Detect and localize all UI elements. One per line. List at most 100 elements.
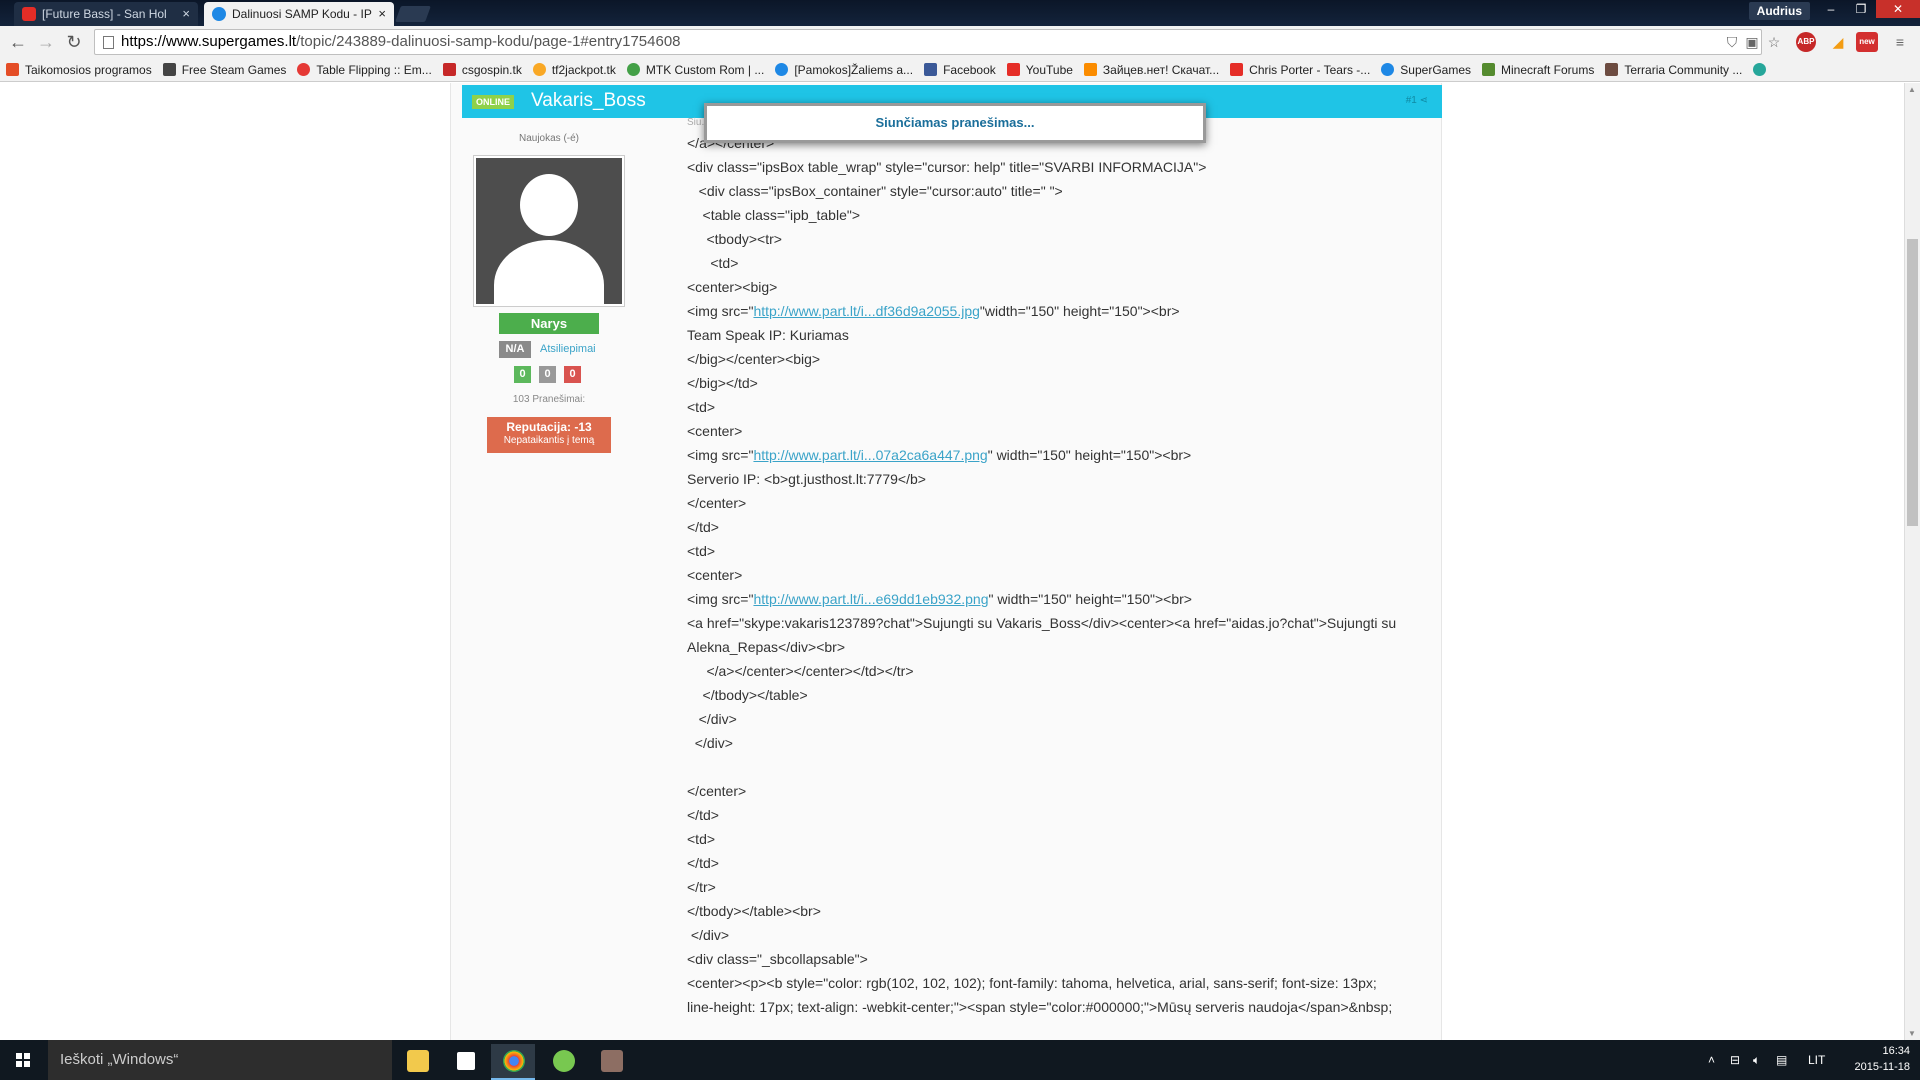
code-text: "width="150" height="150"><br> — [979, 303, 1180, 319]
bookmark-label: Зайцев.нет! Скачат... — [1102, 62, 1220, 77]
translate-icon[interactable]: ▣ — [1744, 34, 1760, 50]
page-scrollbar[interactable]: ▲ ▼ — [1904, 83, 1920, 1040]
page-viewport: ONLINE Vakaris_Boss #1 ⋖ Naujokas (-é) N… — [0, 83, 1904, 1040]
bookmark-facebook[interactable]: Facebook — [924, 63, 996, 77]
code-line: <td> — [687, 831, 716, 847]
avatar[interactable] — [473, 155, 625, 307]
supergames-icon — [775, 63, 789, 76]
code-line: <td> — [687, 543, 716, 559]
image-url-link[interactable]: http://www.part.lt/i...df36d9a2055.jpg — [753, 303, 979, 319]
bookmark-apps[interactable]: Taikomosios programos — [6, 63, 152, 77]
bookmark-label: YouTube — [1025, 62, 1073, 77]
youtube-icon — [22, 7, 36, 21]
extension-icon[interactable]: ◢ — [1830, 34, 1846, 50]
minecraft-launcher-icon[interactable] — [589, 1044, 633, 1080]
android-icon — [626, 63, 640, 76]
windows-search-input[interactable]: Ieškoti „Windows“ — [48, 1040, 392, 1080]
reputation-badge: Reputacija: -13 Nepataikantis į temą — [487, 417, 611, 453]
minecraft-icon — [1482, 63, 1495, 76]
show-hidden-icons[interactable]: ˄ — [1708, 1040, 1715, 1080]
notifications-icon[interactable]: ▤ — [1776, 1040, 1787, 1080]
tab-dalinuosi-samp[interactable]: Dalinuosi SAMP Kodu - IP × — [204, 2, 394, 26]
image-url-link[interactable]: http://www.part.lt/i...07a2ca6a447.png — [753, 447, 987, 463]
forward-arrow-icon[interactable]: → — [36, 32, 56, 52]
new-tab-button[interactable] — [395, 6, 431, 22]
negative-count: 0 — [564, 366, 581, 383]
bookmark-label: Minecraft Forums — [1501, 62, 1595, 77]
image-url-link[interactable]: http://www.part.lt/i...e69dd1eb932.png — [753, 591, 988, 607]
network-icon[interactable]: ⊟ — [1730, 1040, 1740, 1080]
chrome-taskbar-icon[interactable] — [491, 1044, 535, 1080]
tab-future-bass[interactable]: [Future Bass] - San Hol × — [14, 2, 198, 26]
bookmark-supergames[interactable]: SuperGames — [1381, 63, 1471, 77]
scroll-down-icon[interactable]: ▼ — [1908, 1029, 1916, 1038]
close-icon[interactable]: × — [378, 2, 386, 26]
bookmark-label: tf2jackpot.tk — [551, 62, 616, 77]
code-line: Serverio IP: <b>gt.justhost.lt:7779</b> — [687, 471, 926, 487]
bookmark-label: Chris Porter - Tears -... — [1249, 62, 1371, 77]
bookmark-free-steam-games[interactable]: Free Steam Games — [162, 63, 286, 77]
member-rank-title: Naujokas (-é) — [518, 133, 580, 144]
start-button[interactable] — [0, 1040, 48, 1080]
close-window-icon[interactable]: ✕ — [1876, 0, 1920, 18]
bookmark-label: SuperGames — [1400, 62, 1471, 77]
back-arrow-icon[interactable]: ← — [8, 32, 28, 52]
post-author-link[interactable]: Vakaris_Boss — [531, 90, 646, 112]
reload-icon[interactable]: ↻ — [64, 32, 84, 52]
bookmark-tf2jackpot[interactable]: tf2jackpot.tk — [532, 62, 616, 77]
code-line: line-height: 17px; text-align: -webkit-c… — [687, 999, 1393, 1015]
supergames-icon — [212, 7, 226, 21]
code-line: <center> — [687, 423, 743, 439]
share-icon[interactable]: ⋖ — [1420, 95, 1428, 106]
bookmark-chris-porter[interactable]: Chris Porter - Tears -... — [1230, 63, 1370, 77]
bookmark-table-flipping[interactable]: Table Flipping :: Em... — [297, 63, 432, 77]
adblock-icon[interactable]: ABP — [1796, 32, 1816, 52]
terraria-icon — [1605, 63, 1619, 76]
close-icon[interactable]: × — [182, 2, 190, 26]
code-text: <img src=" — [687, 591, 754, 607]
code-line: <a href="skype:vakaris123789?chat">Sujun… — [687, 615, 1397, 655]
menu-icon[interactable]: ≡ — [1892, 34, 1908, 50]
scrollbar-thumb[interactable] — [1907, 239, 1918, 526]
store-icon[interactable] — [443, 1044, 487, 1080]
post-number-link[interactable]: #1 ⋖ — [1406, 95, 1428, 106]
code-line: <div class="ipsBox table_wrap" style="cu… — [687, 159, 1207, 175]
bookmark-terraria[interactable]: Terraria Community ... — [1605, 63, 1742, 77]
profile-button[interactable]: Audrius — [1748, 2, 1810, 20]
post-number: #1 — [1405, 95, 1417, 106]
code-line: </div> — [687, 735, 733, 751]
feedback-link[interactable]: Atsiliepimai — [540, 341, 596, 358]
code-line: </tbody></table><br> — [687, 903, 821, 919]
bookmark-youtube[interactable]: YouTube — [1006, 62, 1073, 77]
bookmark-globe[interactable] — [1753, 63, 1772, 76]
bookmark-zaycev[interactable]: Зайцев.нет! Скачат... — [1083, 62, 1220, 77]
volume-icon[interactable]: 🔈︎ — [1753, 1040, 1760, 1080]
bookmark-csgospin[interactable]: csgospin.tk — [442, 63, 522, 77]
bookmark-pamokos[interactable]: [Pamokos]Žaliems a... — [775, 63, 913, 77]
clock[interactable]: 16:34 2015-11-18 — [1855, 1043, 1910, 1075]
site-icon — [532, 63, 546, 76]
clock-date: 2015-11-18 — [1854, 1061, 1910, 1073]
neutral-count: 0 — [539, 366, 556, 383]
utorrent-icon[interactable] — [541, 1044, 585, 1080]
url-input[interactable]: https://www.supergames.lt/topic/243889-d… — [94, 29, 1762, 55]
sending-message-popup: Siunčiamas pranešimas... — [704, 103, 1206, 143]
scroll-up-icon[interactable]: ▲ — [1908, 85, 1916, 94]
clock-time: 16:34 — [1882, 1045, 1910, 1057]
new-badge-icon[interactable]: new — [1856, 32, 1878, 52]
bookmark-mtk-custom-rom[interactable]: MTK Custom Rom | ... — [626, 63, 764, 77]
code-line: <td> — [687, 399, 716, 415]
windows-logo-icon — [16, 1053, 30, 1067]
positive-count: 0 — [514, 366, 531, 383]
language-indicator[interactable]: LIT — [1808, 1040, 1825, 1080]
url-host: https://www.supergames.lt — [121, 33, 297, 50]
star-icon[interactable]: ☆ — [1766, 34, 1782, 50]
shield-icon[interactable]: ⛉ — [1724, 34, 1740, 50]
maximize-icon[interactable]: ❐ — [1846, 0, 1876, 18]
bookmark-minecraft-forums[interactable]: Minecraft Forums — [1482, 63, 1594, 77]
window-controls: – ❐ ✕ — [1816, 0, 1920, 18]
post-body: </a></center> <div class="ipsBox table_wr… — [687, 131, 1427, 1019]
minimize-icon[interactable]: – — [1816, 0, 1846, 18]
file-explorer-icon[interactable] — [395, 1044, 439, 1080]
